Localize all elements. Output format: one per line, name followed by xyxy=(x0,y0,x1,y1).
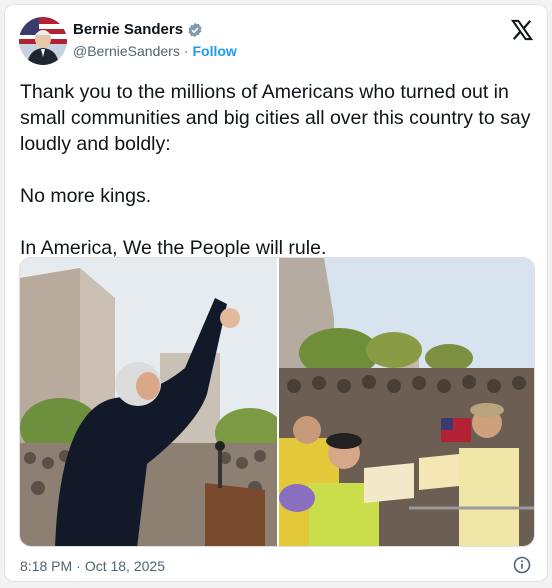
post-paragraph: No more kings. xyxy=(20,185,152,207)
post-date[interactable]: Oct 18, 2025 xyxy=(85,558,165,574)
media-photo-crowd[interactable] xyxy=(279,258,534,546)
verified-badge-icon xyxy=(187,22,203,38)
author-row: Bernie Sanders xyxy=(73,21,203,38)
author-handle[interactable]: @BernieSanders xyxy=(73,43,180,59)
handle-separator: · xyxy=(183,43,189,59)
author-name[interactable]: Bernie Sanders xyxy=(73,21,183,38)
timestamp-separator: · xyxy=(76,558,81,574)
post-paragraph: Thank you to the millions of Americans w… xyxy=(20,81,531,155)
handle-row: @BernieSanders · Follow xyxy=(73,43,237,59)
follow-button[interactable]: Follow xyxy=(193,43,237,59)
avatar[interactable] xyxy=(19,17,67,65)
x-logo-icon[interactable] xyxy=(510,19,534,41)
post-card: Bernie Sanders @BernieSanders · Follow T… xyxy=(4,4,548,582)
post-time[interactable]: 8:18 PM xyxy=(20,558,72,574)
info-icon[interactable] xyxy=(513,556,531,574)
media-grid xyxy=(19,257,535,547)
media-photo-speaker[interactable] xyxy=(20,258,277,546)
timestamp-row: 8:18 PM · Oct 18, 2025 xyxy=(20,558,165,574)
post-text: Thank you to the millions of Americans w… xyxy=(20,79,535,261)
